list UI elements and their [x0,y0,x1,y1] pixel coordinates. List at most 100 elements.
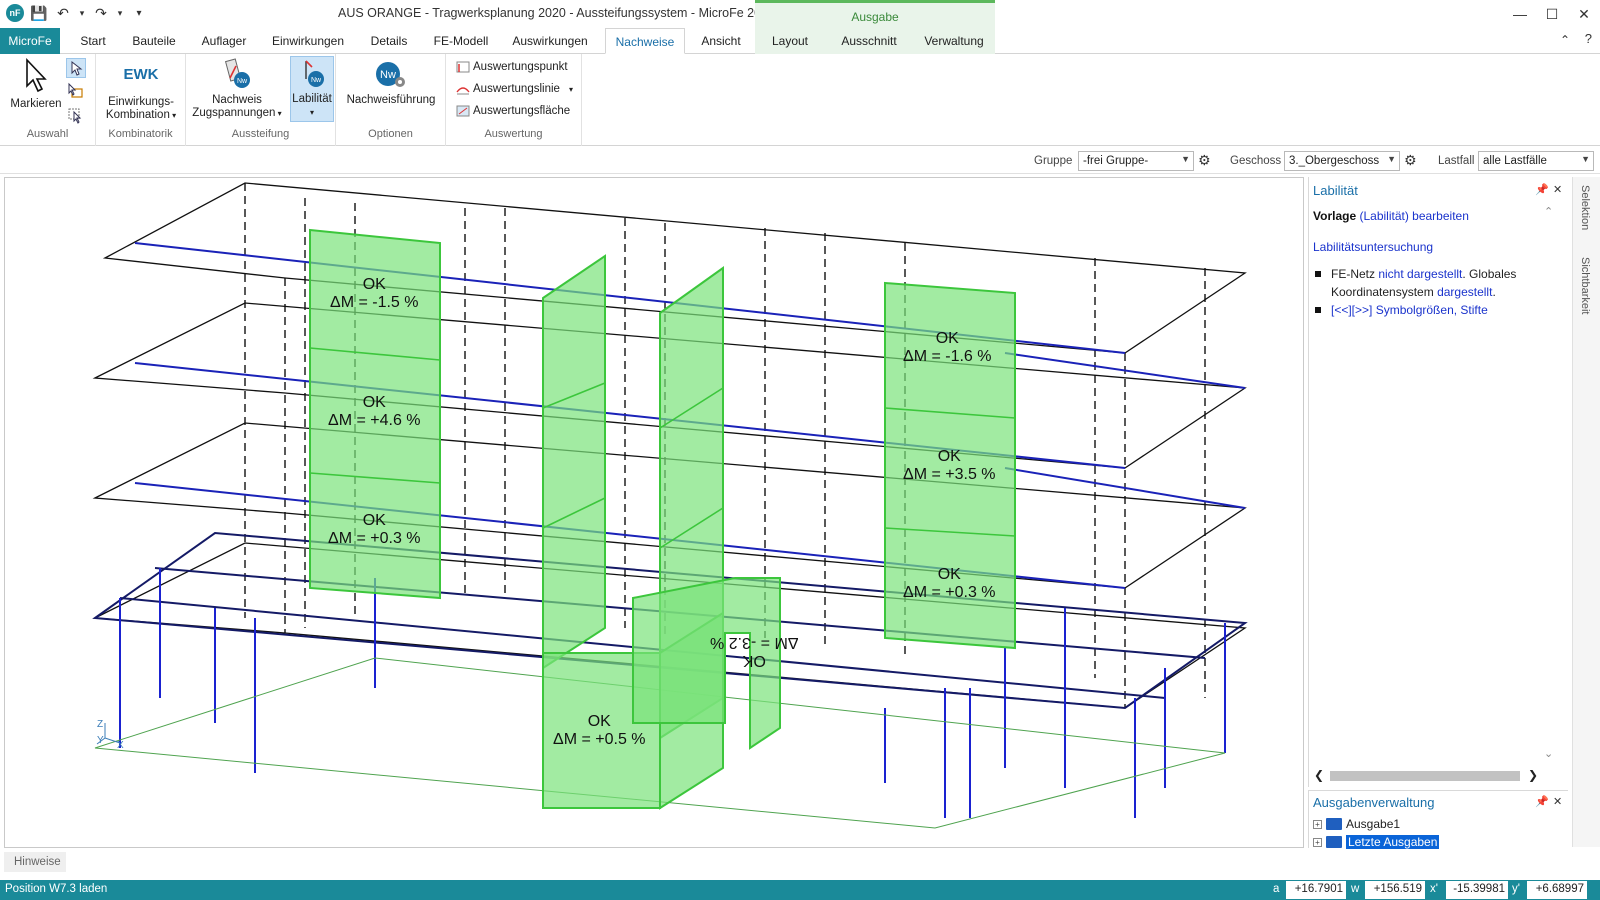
tree-item-label: Ausgabe1 [1346,817,1401,831]
text-period: . [1492,285,1496,299]
geschoss-label: Geschoss [1230,155,1282,167]
tree-item-label: Letzte Ausgaben [1346,835,1440,849]
tab-nachweise[interactable]: Nachweise [605,28,685,54]
list-item: FE-Netz nicht dargestellt. Globales Koor… [1313,265,1558,301]
auswertungsflaeche-button[interactable]: Auswertungsfläche [456,104,570,118]
ribbon-tabs: MicroFe Start Bauteile Auflager Einwirku… [0,28,1600,54]
vorlage-label: Vorlage [1313,209,1357,223]
ribbon-group-aussteifung: Nw Nachweis Zugspannungen ▾ Nw Labilität… [186,54,336,146]
minimize-button[interactable]: — [1504,0,1536,28]
scroll-down-icon[interactable]: ⌄ [1544,747,1553,760]
gruppe-select[interactable]: -frei Gruppe- ▼ [1078,151,1194,171]
close-icon[interactable]: ✕ [1553,795,1562,808]
help-icon[interactable]: ? [1585,31,1592,46]
wall-status: OK [362,512,386,529]
panel-horizontal-scrollbar[interactable]: ❮ ❯ [1312,768,1540,784]
panel-info-list: FE-Netz nicht dargestellt. Globales Koor… [1313,265,1558,319]
tab-microfe[interactable]: MicroFe [0,28,60,54]
auswertungslinie-button[interactable]: Auswertungslinie ▾ [456,82,573,96]
expand-icon[interactable]: + [1313,819,1322,829]
tab-bauteile[interactable]: Bauteile [126,28,182,54]
wall-delta-moment: ΔM = -1.6 % [903,348,992,365]
gruppe-settings-gear-icon[interactable]: ⚙ [1198,152,1211,169]
dargestellt-link[interactable]: dargestellt [1437,285,1492,299]
auswertungspunkt-label: Auswertungspunkt [473,61,568,73]
wall-result-label: OK ΔM = -1.5 % [330,276,419,312]
close-button[interactable]: ✕ [1568,0,1600,28]
einwirkungs-kombination-button[interactable]: EWK Einwirkungs- Kombination ▾ [98,64,184,122]
text-fe-netz: FE-Netz [1331,267,1379,281]
pin-icon[interactable]: 📌 [1535,183,1549,196]
tree-item-letzte-ausgaben[interactable]: + Letzte Ausgaben [1313,835,1440,849]
wall-result-label: OK ΔM = +0.5 % [553,713,646,749]
geschoss-value: 3._Obergeschoss [1289,155,1380,167]
panel-vertical-scrollbar[interactable]: ⌃ ⌄ [1542,205,1556,760]
save-icon[interactable]: 💾 [30,4,48,22]
hinweise-tab[interactable]: Hinweise [4,852,66,872]
maximize-button[interactable]: ☐ [1536,0,1568,28]
vorlage-edit-link[interactable]: (Labilität) bearbeiten [1359,209,1468,223]
customize-qat-icon[interactable]: ▾ [130,4,148,22]
undo-dropdown-icon[interactable]: ▾ [78,4,86,22]
tab-layout[interactable]: Layout [755,28,825,54]
wall-delta-moment: ΔM = -1.5 % [330,294,419,311]
tab-selektion[interactable]: Selektion [1579,185,1591,230]
tab-fe-modell[interactable]: FE-Modell [428,28,494,54]
select-pointer-icon [71,60,83,76]
labilitaet-label: Labilität [292,93,332,105]
close-icon[interactable]: ✕ [1553,183,1562,196]
lastfall-select[interactable]: alle Lastfälle ▼ [1478,151,1594,171]
redo-dropdown-icon[interactable]: ▾ [116,4,124,22]
expand-icon[interactable]: + [1313,837,1322,847]
nachweisfuehrung-label: Nachweisführung [346,94,436,106]
auswertungspunkt-button[interactable]: Auswertungspunkt [456,60,568,74]
ribbon-group-label-auswertung: Auswertung [484,128,543,140]
nachweis-label-1: Nachweis [212,94,262,106]
gruppe-value: -frei Gruppe- [1083,155,1149,167]
collapse-ribbon-icon[interactable]: ⌃ [1560,33,1570,47]
ausgabenverwaltung-panel: Ausgabenverwaltung 📌 ✕ + Ausgabe1 + Letz… [1308,790,1568,849]
tab-ansicht[interactable]: Ansicht [696,28,746,54]
undo-icon[interactable]: ↶ [54,4,72,22]
nachweis-zugspannungen-button[interactable]: Nw Nachweis Zugspannungen ▾ [192,58,282,120]
scrollbar-thumb[interactable] [1330,771,1520,781]
tab-sichtbarkeit[interactable]: Sichtbarkeit [1579,257,1591,314]
tree-item-ausgabe1[interactable]: + Ausgabe1 [1313,817,1400,831]
labilitaet-button[interactable]: Nw Labilität ▾ [290,56,334,122]
pin-icon[interactable]: 📌 [1535,795,1549,808]
tab-auflager[interactable]: Auflager [196,28,252,54]
wall-result-label: OK ΔM = -1.6 % [903,330,992,366]
model-viewport[interactable]: Z Y X OK ΔM = -1.5 % OK ΔM = +4.6 % OK Δ… [4,177,1304,848]
structural-model-drawing[interactable]: Z Y X [5,178,1304,848]
select-box-button[interactable] [66,82,86,102]
wall-delta-moment: ΔM = +0.3 % [903,584,996,601]
select-window-button[interactable] [66,106,86,126]
ribbon-group-auswertung: Auswertungspunkt Auswertungslinie ▾ Auswe… [446,54,582,146]
labilitaetsuntersuchung-link[interactable]: Labilitätsuntersuchung [1313,240,1433,254]
scroll-right-icon[interactable]: ❯ [1528,768,1538,782]
app-logo-icon: nF [6,4,24,22]
geschoss-settings-gear-icon[interactable]: ⚙ [1404,152,1417,169]
tab-verwaltung[interactable]: Verwaltung [913,28,995,54]
markieren-button[interactable]: Markieren [8,58,64,111]
tab-einwirkungen[interactable]: Einwirkungen [268,28,348,54]
select-mode-button[interactable] [66,58,86,78]
window-title: AUS ORANGE - Tragwerksplanung 2020 - Aus… [338,6,775,20]
tab-details[interactable]: Details [362,28,416,54]
scroll-up-icon[interactable]: ⌃ [1544,205,1553,218]
wall-status: OK [362,276,386,293]
select-box-icon [68,82,83,98]
dropdown-arrow-icon: ▾ [568,84,573,94]
nachweisfuehrung-button[interactable]: Nw Nachweisführung [340,60,442,107]
tab-auswirkungen[interactable]: Auswirkungen [508,28,592,54]
gruppe-label: Gruppe [1034,155,1073,167]
scroll-left-icon[interactable]: ❮ [1314,768,1324,782]
nicht-dargestellt-link[interactable]: nicht dargestellt [1378,267,1462,281]
auswertungsflaeche-icon [456,105,470,117]
redo-icon[interactable]: ↷ [92,4,110,22]
labilitaet-panel: Labilität 📌 ✕ Vorlage (Labilität) bearbe… [1308,177,1568,787]
tab-ausschnitt[interactable]: Ausschnitt [825,28,913,54]
tab-start[interactable]: Start [72,28,114,54]
symbolgroessen-link[interactable]: [<<][>>] Symbolgrößen, Stifte [1331,303,1488,317]
geschoss-select[interactable]: 3._Obergeschoss ▼ [1284,151,1400,171]
